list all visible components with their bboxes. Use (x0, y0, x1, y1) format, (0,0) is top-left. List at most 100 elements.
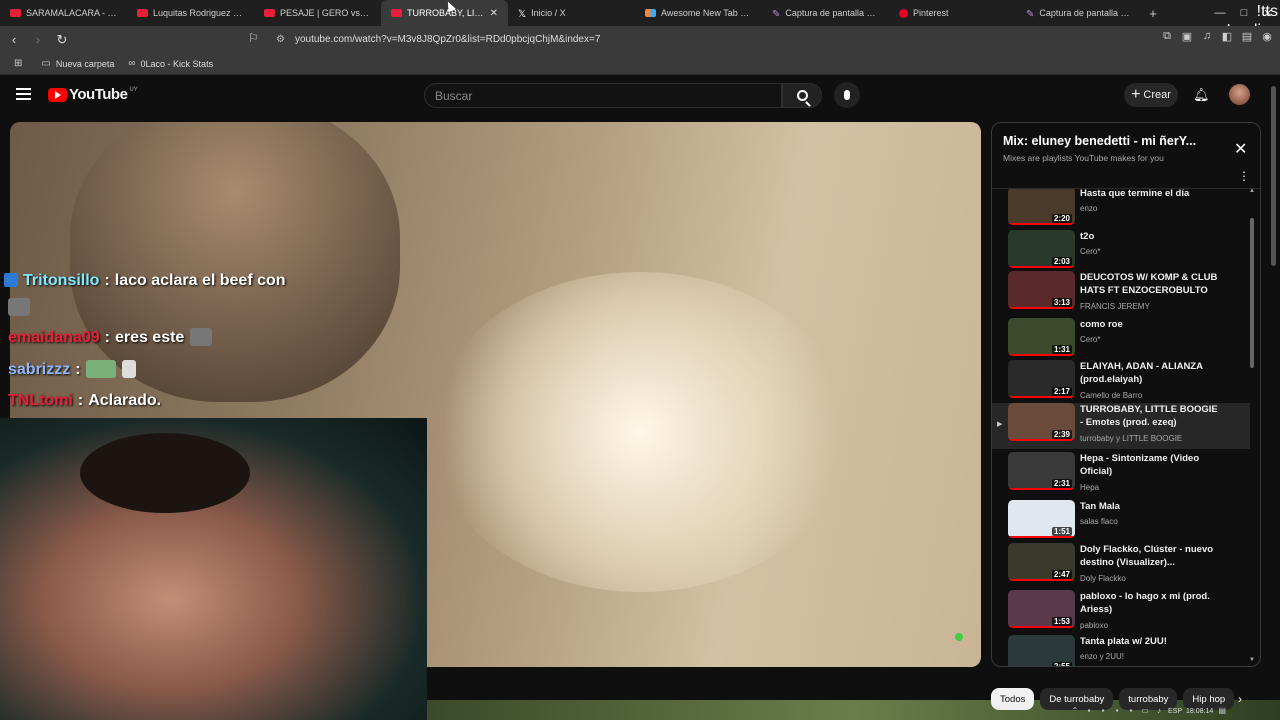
profile-icon[interactable]: ◉ (1260, 30, 1274, 43)
chat-message: Tritonsillo: laco aclara el beef con (4, 272, 286, 290)
tab-8[interactable]: ✎ Captura de pantalla por Li (1016, 0, 1143, 26)
tray-app-icon[interactable]: ▪ (1084, 706, 1094, 716)
video-title: Hepa - Sintonizame (Video Oficial) (1080, 453, 1200, 477)
close-icon[interactable]: ✕ (1234, 139, 1247, 159)
sidebar-icon[interactable]: ◧ (1220, 30, 1234, 43)
search-input[interactable]: Buscar (424, 83, 782, 108)
playlist-scrollbar[interactable]: ▲ ▼ (1249, 188, 1255, 663)
tab-1[interactable]: Luquitas Rodriguez - YouT (127, 0, 254, 26)
voice-search-button[interactable] (834, 82, 860, 108)
tab-6[interactable]: ✎ Captura de pantalla por Li (762, 0, 889, 26)
reload-button[interactable]: ↻ (52, 32, 72, 48)
tab-0[interactable]: SARAMALACARA - CREO Q (0, 0, 127, 26)
playlist-item[interactable]: 2:17 ELAIYAH, ADAN - ALIANZA (prod.elaiya… (992, 360, 1250, 406)
video-channel: Doly Flackko (1080, 574, 1126, 583)
bookmark-icon[interactable]: ⚐ (248, 31, 259, 45)
page-scrollbar-thumb[interactable] (1271, 86, 1276, 266)
youtube-logo[interactable]: YouTube UY (48, 86, 138, 103)
webcam-figure (80, 433, 250, 513)
video-title: pabloxo - lo hago x mi (prod. Ariess) (1080, 591, 1210, 615)
video-thumbnail: 3:13 (1008, 271, 1075, 309)
create-button[interactable]: + Crear (1124, 83, 1178, 107)
wallet-icon[interactable]: ▤ (1240, 30, 1254, 43)
watched-progress-bar (1008, 626, 1075, 628)
system-tray: ⌃ ▪ ▪ ▪ ▪ ▭ ♪ ESP 18:08:14 ▤ (1070, 702, 1280, 720)
video-duration: 1:51 (1051, 527, 1072, 536)
more-options-icon[interactable]: ⋮ (1238, 169, 1250, 183)
notification-icon[interactable]: ▤ (1217, 706, 1227, 716)
volume-icon[interactable]: ♪ (1154, 706, 1164, 716)
playlist-item[interactable]: 2:55 Tanta plata w/ 2UU! enzo y 2UU! (992, 635, 1250, 666)
bookmark-nueva-carpeta[interactable]: ▭ Nueva carpeta (41, 58, 114, 69)
apps-icon[interactable]: ⊞ (14, 58, 27, 69)
video-thumbnail: 2:39 (1008, 403, 1075, 441)
video-duration: 2:17 (1051, 387, 1072, 396)
watched-progress-bar (1008, 396, 1075, 398)
tray-app-icon[interactable]: ▪ (1098, 706, 1108, 716)
new-tab-button[interactable]: + (1143, 6, 1163, 21)
scroll-up-icon[interactable]: ▲ (1249, 188, 1255, 194)
video-title: Hasta que termine el día (1080, 188, 1190, 199)
video-title: Tanta plata w/ 2UU! (1080, 636, 1167, 647)
playlist-item[interactable]: 2:03 t2o Cero* (992, 230, 1250, 276)
video-duration: 2:03 (1051, 257, 1072, 266)
playlist-item[interactable]: 1:51 Tan Mala salas flaco (992, 500, 1250, 546)
chat-message: TNLtomi: Aclarado. (8, 392, 162, 409)
pinterest-icon (899, 8, 908, 18)
pen-icon: ✎ (772, 9, 781, 20)
browser-tab-bar: SARAMALACARA - CREO Q Luquitas Rodriguez… (0, 0, 1280, 26)
menu-icon[interactable] (16, 88, 31, 100)
language-indicator[interactable]: ESP (1168, 708, 1182, 715)
scroll-down-icon[interactable]: ▼ (1249, 657, 1255, 663)
tab-4[interactable]: 𝕏 Inicio / X (508, 0, 635, 26)
extension-icon[interactable]: ⧉ (1160, 30, 1174, 43)
tray-app-icon[interactable]: ▪ (1126, 706, 1136, 716)
tab-close-icon[interactable]: ✕ (490, 8, 498, 19)
video-duration: 2:39 (1051, 430, 1072, 439)
video-frame-light (430, 272, 850, 592)
bookmark-kick-stats[interactable]: ∞ 0Laco - Kick Stats (128, 58, 213, 69)
video-channel: pabloxo (1080, 621, 1109, 630)
playlist-title[interactable]: Mix: eluney benedetti - mi ñerY... (1003, 134, 1218, 148)
playlist-item-current[interactable]: ▶ 2:39 TURROBABY, LITTLE BOOGIE - Emotes (… (992, 403, 1250, 449)
video-duration: 2:31 (1051, 479, 1072, 488)
plus-icon: + (1131, 86, 1141, 103)
video-channel: salas flaco (1080, 517, 1118, 526)
chip-all[interactable]: Todos (991, 688, 1035, 710)
forward-button[interactable]: › (28, 32, 48, 47)
back-button[interactable]: ‹ (4, 32, 24, 47)
scrollbar-thumb[interactable] (1250, 218, 1254, 368)
chat-emote-icon (8, 298, 30, 316)
avatar[interactable] (1229, 84, 1250, 105)
video-duration: 2:47 (1051, 570, 1072, 579)
url-text: youtube.com/watch?v=M3v8J8QpZr0&list=RDd… (294, 34, 601, 45)
playlist-item[interactable]: 2:47 Doly Flackko, Clúster - nuevo destin… (992, 543, 1250, 589)
network-icon[interactable]: ▭ (1140, 706, 1150, 716)
video-title: Doly Flackko, Clúster - nuevo destino (V… (1080, 544, 1214, 568)
video-thumbnail: 1:31 (1008, 318, 1075, 356)
tab-2[interactable]: PESAJE | GERO vs MAZZA (254, 0, 381, 26)
playlist-items: 2:20 Hasta que termine el día enzo 2:03 t2o C… (992, 188, 1260, 666)
clock[interactable]: 18:08:14 (1186, 708, 1213, 715)
tab-7[interactable]: Pinterest (889, 0, 1016, 26)
video-thumbnail: 2:55 (1008, 635, 1075, 666)
url-field[interactable]: ⚙ youtube.com/watch?v=M3v8J8QpZr0&list=R… (270, 29, 1000, 50)
playlist-item[interactable]: 2:20 Hasta que termine el día enzo (992, 188, 1250, 233)
video-thumbnail: 2:47 (1008, 543, 1075, 581)
search-button[interactable] (782, 83, 822, 108)
video-duration: 1:31 (1051, 345, 1072, 354)
notifications-bell-icon[interactable]: 🔔︎ (1193, 87, 1210, 103)
playlist-item[interactable]: 3:13 DEUCOTOS W/ KOMP & CLUB HATS FT ENZO… (992, 271, 1250, 317)
media-icon[interactable]: ♫ (1200, 30, 1214, 43)
playlist-item[interactable]: 2:31 Hepa - Sintonizame (Video Oficial) He… (992, 452, 1250, 498)
video-title: como roe (1080, 319, 1123, 330)
tab-5[interactable]: Awesome New Tab Page (635, 0, 762, 26)
playlist-item[interactable]: 1:31 como roe Cero* (992, 318, 1250, 364)
video-thumbnail: 2:03 (1008, 230, 1075, 268)
chevron-up-icon[interactable]: ⌃ (1070, 706, 1080, 716)
site-info-icon[interactable]: ⚙ (276, 34, 285, 45)
playlist-item[interactable]: 1:53 pabloxo - lo hago x mi (prod. Ariess… (992, 590, 1250, 636)
screenshot-icon[interactable]: ▣ (1180, 30, 1194, 43)
watched-progress-bar (1008, 536, 1075, 538)
tray-app-icon[interactable]: ▪ (1112, 706, 1122, 716)
